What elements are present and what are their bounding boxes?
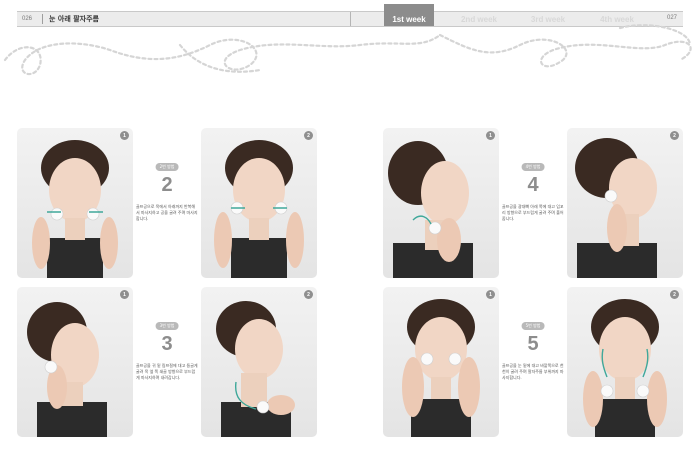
step-2-panel: 1 2번 방법 2 골프공으로 목에서 아래까지 반복해서 마사지하고 공을 굴…	[17, 128, 317, 278]
step-5-description: 골프공을 눈 밑에 대고 바깥쪽으로 천천히 굴려 주며 팔자주름 부위까지 마…	[502, 363, 564, 380]
step-3-description: 골프공을 귀 밑 림프절에 대고 둥글게 굴려 목 옆 쪽 쇄골 방향으로 부드…	[136, 363, 198, 380]
step-2-photo-1: 1	[17, 128, 133, 278]
photo-number-badge: 2	[670, 290, 679, 299]
step-3-number: 3	[161, 333, 173, 355]
step-4-photo-2: 2	[567, 128, 683, 278]
step-2-number: 2	[161, 174, 173, 196]
step-3-badge: 3번 방법	[155, 322, 179, 330]
step-4-badge: 4번 방법	[521, 163, 545, 171]
step-4-photo-1: 1	[383, 128, 499, 278]
photo-number-badge: 1	[120, 131, 129, 140]
step-4-number: 4	[527, 174, 539, 196]
step-2-description: 골프공으로 목에서 아래까지 반복해서 마사지하고 공을 굴려 주며 마사지합니…	[136, 204, 198, 221]
photo-number-badge: 2	[304, 131, 313, 140]
step-2-badge: 2번 방법	[155, 163, 179, 171]
decorative-wave	[3, 24, 692, 76]
step-4-description: 골프공을 광대뼈 아래 쪽에 대고 입꼬리 방향으로 부드럽게 굴려 주며 풀어…	[502, 204, 564, 221]
step-3-info: 3번 방법 3 골프공을 귀 밑 림프절에 대고 둥글게 굴려 목 옆 쪽 쇄골…	[133, 287, 201, 437]
step-5-badge: 5번 방법	[521, 322, 545, 330]
step-5-number: 5	[527, 333, 539, 355]
step-5-info: 5번 방법 5 골프공을 눈 밑에 대고 바깥쪽으로 천천히 굴려 주며 팔자주…	[499, 287, 567, 437]
step-5-panel: 1 5번 방법 5 골프공을 눈 밑에 대고 바깥쪽으로 천천히 굴려 주며 팔…	[383, 287, 683, 437]
step-3-photo-2: 2	[201, 287, 317, 437]
photo-number-badge: 2	[304, 290, 313, 299]
step-2-info: 2번 방법 2 골프공으로 목에서 아래까지 반복해서 마사지하고 공을 굴려 …	[133, 128, 201, 278]
photo-number-badge: 1	[486, 290, 495, 299]
step-4-panel: 1 4번 방법 4 골프공을 광대뼈 아래 쪽에 대고 입꼬리 방향으로 부드럽…	[383, 128, 683, 278]
step-5-photo-2: 2	[567, 287, 683, 437]
step-5-photo-1: 1	[383, 287, 499, 437]
step-2-photo-2: 2	[201, 128, 317, 278]
photo-number-badge: 2	[670, 131, 679, 140]
step-4-info: 4번 방법 4 골프공을 광대뼈 아래 쪽에 대고 입꼬리 방향으로 부드럽게 …	[499, 128, 567, 278]
step-3-photo-1: 1	[17, 287, 133, 437]
photo-number-badge: 1	[120, 290, 129, 299]
photo-number-badge: 1	[486, 131, 495, 140]
step-3-panel: 1 3번 방법 3 골프공을 귀 밑 림프절에 대고 둥글게 굴려 목 옆 쪽 …	[17, 287, 317, 437]
